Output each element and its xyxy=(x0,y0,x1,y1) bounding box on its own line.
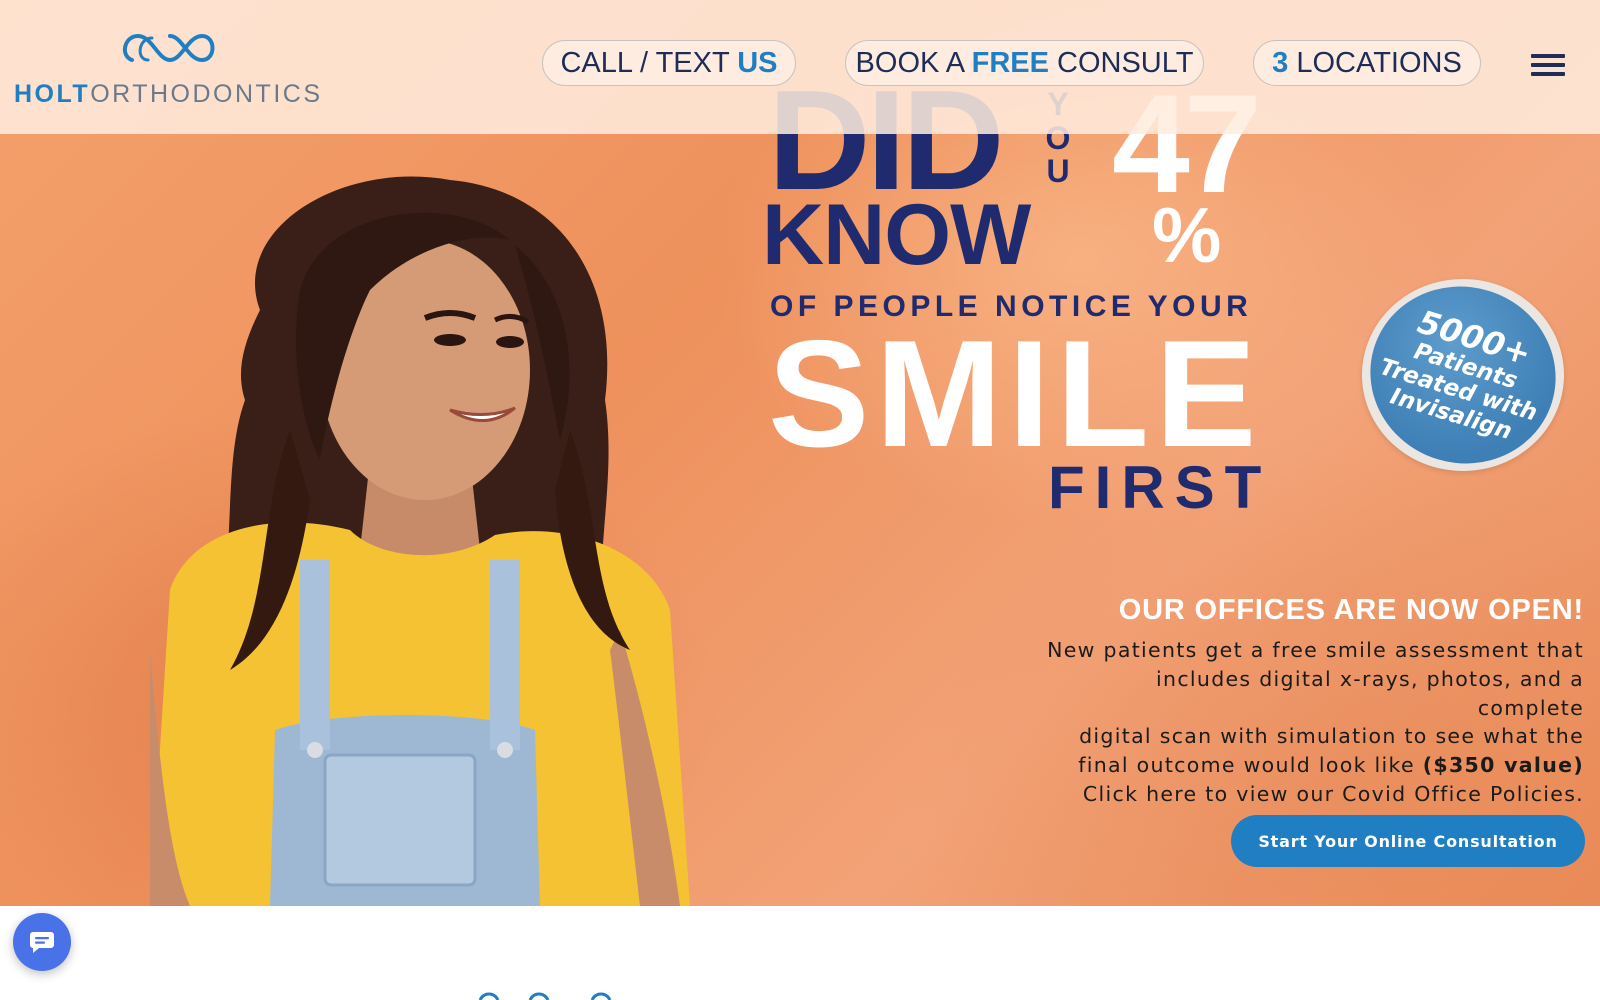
hero-woman-photo xyxy=(150,170,710,906)
logo-wordmark: HOLTORTHODONTICS xyxy=(14,80,323,108)
headline-first: FIRST xyxy=(1048,454,1272,521)
site-header: HOLTORTHODONTICS CALL / TEXT US BOOK A F… xyxy=(0,0,1600,134)
offer-description: New patients get a free smile assessment… xyxy=(1044,636,1584,809)
headline-smile: SMILE xyxy=(768,309,1263,479)
start-online-consultation-button[interactable]: Start Your Online Consultation xyxy=(1231,815,1585,867)
offices-open-info: OUR OFFICES ARE NOW OPEN! New patients g… xyxy=(1044,594,1584,809)
headline-know: KNOW xyxy=(762,187,1031,283)
hero-banner: DID Y O U KNOW 47 % OF PEOPLE NOTICE YOU… xyxy=(0,0,1600,906)
patients-treated-badge: 5000+ Patients Treated with Invisalign xyxy=(1348,263,1578,487)
book-free-consult-button[interactable]: BOOK A FREE CONSULT xyxy=(845,40,1204,86)
chat-bubble-icon xyxy=(30,932,54,953)
hamburger-menu-icon[interactable] xyxy=(1531,52,1565,80)
section-decor-partial xyxy=(478,992,612,1000)
headline-notice: OF PEOPLE NOTICE YOUR xyxy=(770,290,1253,323)
call-text-us-button[interactable]: CALL / TEXT US xyxy=(542,40,796,86)
headline-percent: % xyxy=(1152,191,1222,279)
holt-orthodontics-logo[interactable]: HOLTORTHODONTICS xyxy=(14,26,324,110)
covid-policies-link[interactable]: Click here to view our Covid Office Poli… xyxy=(1044,780,1584,809)
offices-open-title: OUR OFFICES ARE NOW OPEN! xyxy=(1118,594,1584,626)
infinity-logo-icon xyxy=(122,33,215,63)
chat-widget-button[interactable] xyxy=(13,913,71,971)
locations-button[interactable]: 3 LOCATIONS xyxy=(1253,40,1481,86)
